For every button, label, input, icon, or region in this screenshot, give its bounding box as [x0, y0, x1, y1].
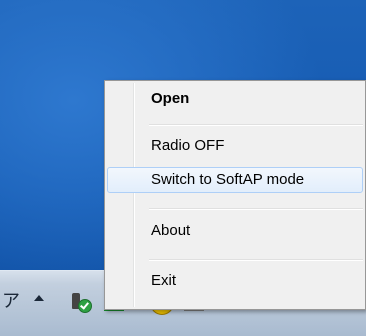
show-hidden-icons-chevron-icon[interactable] — [34, 295, 44, 301]
menu-separator — [149, 208, 363, 210]
check-badge-icon — [78, 299, 92, 313]
menu-item-switch-softap[interactable]: Switch to SoftAP mode — [107, 167, 363, 193]
menu-item-about[interactable]: About — [107, 218, 363, 244]
tray-context-menu: Open Radio OFF Switch to SoftAP mode Abo… — [104, 80, 366, 310]
menu-item-open[interactable]: Open — [107, 86, 363, 112]
taskbar-partial-label: ア — [2, 291, 20, 311]
menu-separator — [149, 124, 363, 126]
menu-item-exit[interactable]: Exit — [107, 268, 363, 294]
usb-wireless-adapter-icon[interactable] — [68, 293, 92, 313]
menu-separator — [149, 259, 363, 261]
menu-item-radio-off[interactable]: Radio OFF — [107, 133, 363, 159]
